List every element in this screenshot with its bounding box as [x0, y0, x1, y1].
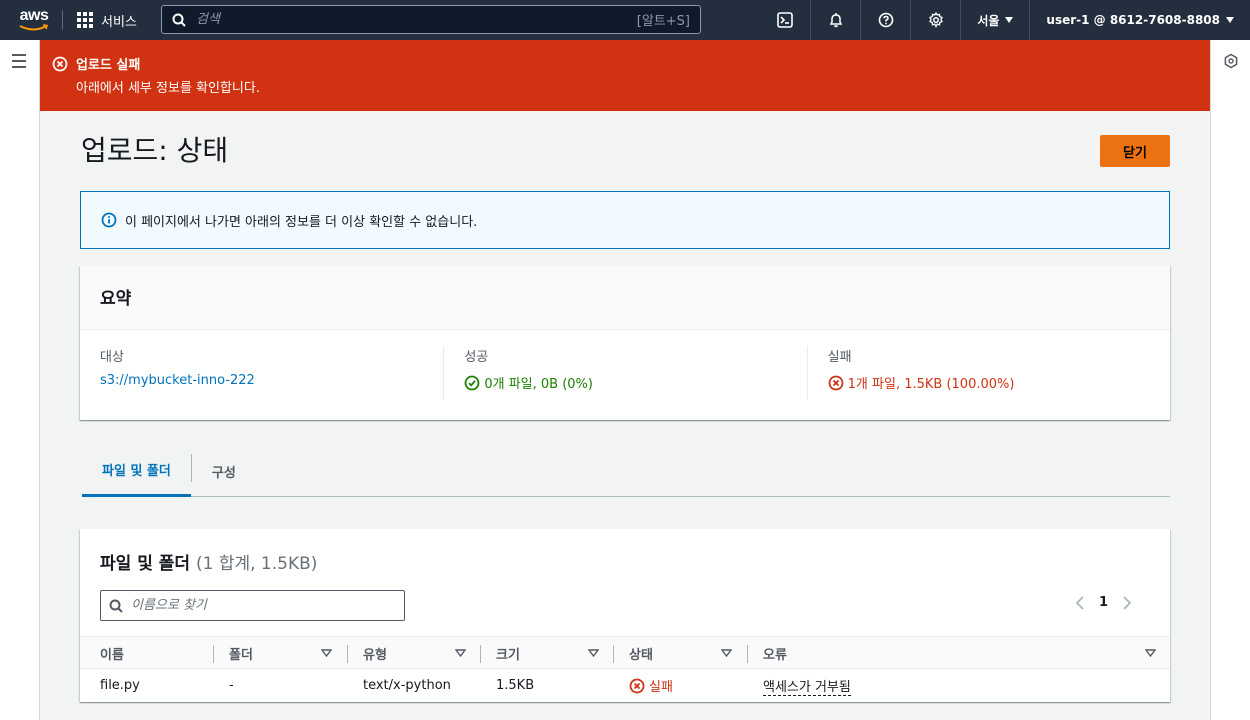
success-label: 성공	[464, 350, 489, 365]
column-header-type[interactable]: 유형	[363, 637, 467, 670]
info-icon	[101, 212, 117, 228]
bell-icon	[829, 13, 843, 28]
tab-files-and-folders[interactable]: 파일 및 폴더	[82, 445, 191, 497]
filter-input[interactable]	[131, 598, 396, 613]
caret-down-icon	[1005, 17, 1014, 23]
chevron-left-icon[interactable]	[1075, 595, 1085, 610]
page-title: 업로드: 상태	[81, 134, 229, 167]
error-flashbar: 업로드 실패 아래에서 세부 정보를 확인합니다.	[40, 40, 1210, 111]
name-filter[interactable]	[100, 590, 405, 621]
error-icon	[629, 678, 645, 693]
files-title-text: 파일 및 폴더	[100, 554, 191, 574]
grid-icon	[77, 12, 93, 28]
account-menu[interactable]: user-1 @ 8612-7608-8808	[1029, 0, 1250, 40]
search-shortcut-hint: [알트+S]	[636, 14, 690, 29]
pagination: 1	[1075, 595, 1132, 610]
aws-logo[interactable]: aws	[6, 0, 62, 40]
caret-down-icon	[1226, 17, 1234, 23]
search-icon	[109, 599, 123, 613]
region-label: 서울	[977, 13, 1000, 28]
destination-label: 대상	[100, 350, 124, 365]
hamburger-menu-icon[interactable]	[12, 54, 26, 72]
info-alert: 이 페이지에서 나가면 아래의 정보를 더 이상 확인할 수 없습니다.	[80, 191, 1170, 249]
cell-folder: -	[229, 678, 234, 693]
search-input[interactable]	[196, 12, 637, 27]
chevron-right-icon[interactable]	[1122, 595, 1132, 610]
column-header-name[interactable]: 이름	[100, 637, 124, 670]
success-value: 0개 파일, 0B (0%)	[484, 377, 593, 392]
status-text: 실패	[649, 680, 673, 695]
column-header-error[interactable]: 오류	[763, 637, 1158, 670]
check-circle-icon	[464, 375, 480, 390]
destination-column: 대상 s3://mybucket-inno-222	[80, 346, 443, 400]
column-resizer[interactable]	[347, 645, 348, 663]
error-icon	[52, 56, 68, 72]
sort-caret-icon	[588, 649, 599, 657]
files-table-title: 파일 및 폴더 (1 합계, 1.5KB)	[100, 549, 317, 574]
table-row: file.py - text/x-python 1.5KB 실패 액세스가 거부…	[80, 669, 1170, 702]
nav-utilities: 서울 user-1 @ 8612-7608-8808	[760, 0, 1250, 40]
cell-error: 액세스가 거부됨	[763, 669, 851, 702]
sort-caret-icon	[1145, 649, 1156, 657]
flash-title: 업로드 실패	[76, 58, 141, 73]
summary-heading: 요약	[80, 266, 1170, 330]
left-rail	[0, 40, 40, 720]
column-resizer[interactable]	[747, 645, 748, 663]
column-resizer[interactable]	[480, 645, 481, 663]
main-content: 업로드: 상태 닫기 이 페이지에서 나가면 아래의 정보를 더 이상 확인할 …	[40, 111, 1210, 720]
success-column: 성공 0개 파일, 0B (0%)	[443, 346, 806, 400]
region-selector[interactable]: 서울	[960, 0, 1029, 40]
help-button[interactable]	[860, 0, 910, 40]
summary-container: 요약 대상 s3://mybucket-inno-222 성공 0개 파일, 0…	[80, 266, 1170, 420]
column-resizer[interactable]	[213, 645, 214, 663]
top-navigation: aws 서비스 [알트+S]	[0, 0, 1250, 40]
smile-arrow-icon	[19, 23, 49, 30]
info-text: 이 페이지에서 나가면 아래의 정보를 더 이상 확인할 수 없습니다.	[125, 214, 478, 230]
tab-configuration[interactable]: 구성	[192, 445, 256, 497]
gear-icon	[928, 12, 943, 28]
error-icon	[828, 375, 844, 390]
services-label: 서비스	[101, 14, 137, 30]
files-count: (1 합계, 1.5KB)	[195, 554, 318, 574]
column-header-status[interactable]: 상태	[629, 637, 733, 670]
failed-value: 1개 파일, 1.5KB (100.00%)	[847, 377, 1015, 392]
sort-caret-icon	[455, 649, 466, 657]
cell-type: text/x-python	[363, 678, 451, 693]
sort-caret-icon	[321, 649, 332, 657]
column-header-folder[interactable]: 폴더	[229, 637, 333, 670]
error-detail-popover-trigger[interactable]: 액세스가 거부됨	[763, 676, 851, 696]
cell-name: file.py	[100, 678, 140, 693]
column-header-size[interactable]: 크기	[496, 637, 600, 670]
settings-button[interactable]	[910, 0, 960, 40]
column-resizer[interactable]	[613, 645, 614, 663]
current-page[interactable]: 1	[1099, 595, 1108, 610]
flash-description: 아래에서 세부 정보를 확인합니다.	[76, 81, 260, 96]
search-icon	[172, 13, 186, 27]
hexagon-info-icon[interactable]	[1223, 53, 1239, 69]
failed-label: 실패	[827, 350, 852, 365]
notifications-button[interactable]	[810, 0, 860, 40]
failed-column: 실패 1개 파일, 1.5KB (100.00%)	[806, 346, 1170, 400]
close-button[interactable]: 닫기	[1100, 135, 1170, 167]
right-rail	[1210, 40, 1250, 720]
cell-size: 1.5KB	[496, 678, 535, 693]
account-label: user-1 @ 8612-7608-8808	[1046, 13, 1220, 27]
table-header: 이름 폴더 유형 크기 상태 오류	[80, 636, 1170, 669]
cloudshell-button[interactable]	[760, 0, 810, 40]
files-table-container: 파일 및 폴더 (1 합계, 1.5KB) 1 이름 폴더	[80, 529, 1170, 702]
destination-link[interactable]: s3://mybucket-inno-222	[100, 373, 255, 388]
cell-status: 실패	[629, 669, 673, 702]
terminal-icon	[777, 12, 794, 28]
tab-list: 파일 및 폴더 구성	[82, 445, 1170, 497]
global-search[interactable]: [알트+S]	[161, 5, 701, 34]
services-menu-button[interactable]: 서비스	[63, 0, 151, 40]
sort-caret-icon	[721, 649, 732, 657]
help-icon	[878, 12, 894, 28]
